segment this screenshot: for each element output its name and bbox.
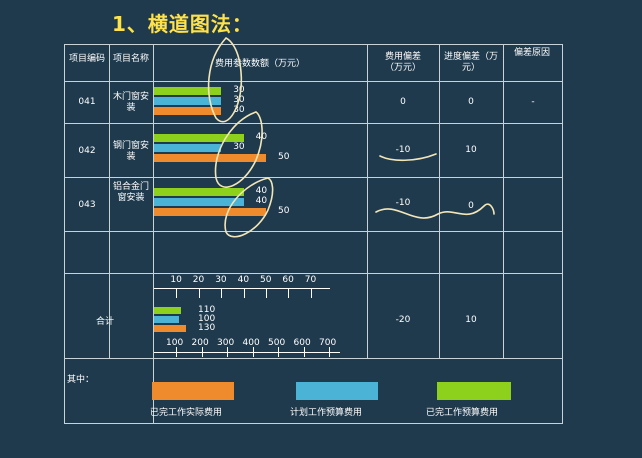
scale-top-tick	[288, 288, 290, 298]
scale-bottom-tick-label: 300	[217, 338, 235, 348]
bar-planned	[154, 97, 222, 105]
row-name: 木门窗安装	[112, 92, 149, 113]
scale-top-tick	[243, 288, 245, 298]
grid-vline	[439, 45, 440, 358]
cost-table: 项目编码 项目名称 费用参数数额（万元） 费用偏差（万元） 进度偏差（万元） 偏…	[64, 44, 563, 424]
scale-top-tick-label: 30	[215, 275, 227, 285]
scale-bottom-tick-label: 500	[268, 338, 286, 348]
bar-value-label: 40	[255, 196, 268, 206]
header-reason: 偏差原因	[513, 48, 550, 58]
scale-bottom-tick	[278, 347, 279, 357]
legend-label-actual: 已完工作实际费用	[150, 408, 223, 418]
bar-value-label: 40	[255, 132, 268, 142]
scale-top-tick-label: 70	[304, 275, 317, 285]
legend-swatch-planned	[296, 382, 378, 400]
total-bar-planned	[154, 316, 179, 323]
scale-top-tick	[198, 288, 200, 298]
bar-actual	[154, 208, 266, 216]
row-cost-deviation: -10	[395, 145, 411, 155]
bar-earned	[154, 134, 244, 142]
row-name: 铝合金门窗安装	[112, 182, 149, 203]
row-code: 041	[78, 97, 96, 107]
legend-swatch-actual	[152, 382, 234, 400]
scale-top-axis	[154, 288, 330, 289]
header-code: 项目编码	[68, 54, 105, 64]
legend-label-earned: 已完工作预算费用	[426, 408, 499, 418]
scale-top-tick-label: 50	[260, 275, 272, 285]
scale-top-tick	[221, 288, 223, 298]
scale-top-tick-label: 40	[237, 275, 250, 285]
row-code: 043	[78, 200, 96, 210]
bar-planned	[154, 198, 244, 206]
total-schedule-deviation: 10	[465, 315, 477, 325]
scale-bottom-tick	[303, 347, 305, 357]
grid-hline	[65, 273, 562, 274]
scale-top-tick	[176, 288, 178, 298]
total-cost-deviation: -20	[395, 315, 411, 325]
grid-vline	[367, 45, 368, 358]
grid-vline	[503, 45, 504, 358]
bar-earned	[154, 87, 222, 95]
row-cost-deviation: 0	[400, 97, 406, 107]
slide-title: 1、横道图法：	[112, 12, 253, 36]
scale-top-tick-label: 20	[192, 275, 205, 285]
legend-swatch-earned	[437, 382, 511, 400]
grid-vline	[109, 45, 110, 358]
legend-label-planned: 计划工作预算费用	[290, 408, 363, 418]
scale-bottom-tick-label: 700	[319, 338, 337, 348]
scale-bottom-tick	[329, 347, 330, 357]
bar-planned	[154, 144, 222, 152]
total-bar-value-label: 130	[198, 323, 216, 333]
bar-value-label: 50	[278, 206, 290, 216]
scale-bottom-tick	[252, 347, 254, 357]
scale-bottom-tick	[176, 347, 177, 357]
header-name: 项目名称	[112, 54, 149, 64]
bar-value-label: 30	[233, 105, 245, 115]
row-cost-deviation: -10	[395, 198, 411, 208]
bar-value-label: 30	[233, 142, 245, 152]
bar-value-label: 50	[278, 152, 290, 162]
grid-hline	[65, 358, 562, 359]
scale-bottom-tick-label: 200	[191, 338, 209, 348]
row-schedule-deviation: 0	[468, 97, 474, 107]
scale-bottom-tick-label: 600	[293, 338, 311, 348]
header-schedule-deviation: 进度偏差（万元）	[443, 52, 498, 73]
grid-hline	[65, 177, 562, 178]
bar-value-label: 40	[255, 186, 268, 196]
scale-bottom-tick	[227, 347, 228, 357]
scale-bottom-axis	[154, 352, 340, 353]
total-bar-actual	[154, 325, 186, 332]
scale-bottom-tick-label: 400	[242, 338, 260, 348]
row-name: 钢门窗安装	[112, 141, 149, 162]
grid-hline	[65, 81, 562, 82]
total-label: 合计	[95, 317, 114, 327]
row-schedule-deviation: 0	[468, 201, 474, 211]
scale-bottom-tick-label: 100	[166, 338, 184, 348]
bar-earned	[154, 188, 244, 196]
scale-bottom-tick	[201, 347, 203, 357]
scale-top-tick-label: 60	[282, 275, 294, 285]
row-schedule-deviation: 10	[465, 145, 477, 155]
grid-hline	[65, 123, 562, 124]
row-code: 042	[78, 146, 96, 156]
bar-actual	[154, 107, 222, 115]
bar-value-label: 30	[233, 85, 245, 95]
bar-actual	[154, 154, 266, 162]
scale-top-tick	[310, 288, 312, 298]
bar-value-label: 30	[233, 95, 245, 105]
total-bar-earned	[154, 307, 181, 314]
scale-top-tick-label: 10	[170, 275, 182, 285]
scale-top-tick	[266, 288, 267, 298]
legend-prefix: 其中：	[67, 375, 95, 385]
header-cost: 费用参数数额（万元）	[214, 59, 305, 69]
row-reason: -	[531, 97, 535, 107]
grid-hline	[65, 231, 562, 232]
header-cost-deviation: 费用偏差（万元）	[384, 52, 421, 73]
